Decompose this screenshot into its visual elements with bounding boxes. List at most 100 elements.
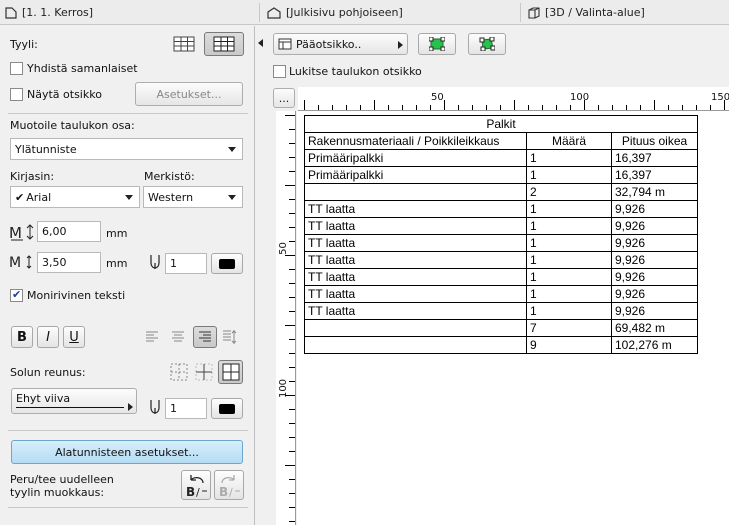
table-row[interactable]: TT laatta 1 9,926 xyxy=(304,217,698,235)
ruler-tick xyxy=(430,105,431,110)
line-type-select[interactable]: Ehyt viiva xyxy=(11,388,137,414)
ruler-tick xyxy=(374,100,375,110)
pen-number-input[interactable]: 1 xyxy=(165,253,207,274)
schedule-body: Primääripalkki 1 16,397 Primääripalkki 1 16,3… xyxy=(304,149,698,354)
align-center-icon[interactable] xyxy=(171,331,185,343)
table-row[interactable]: Primääripalkki 1 16,397 xyxy=(304,166,698,184)
table-cell: 1 xyxy=(526,285,612,303)
tab-floor-plan[interactable]: [1. 1. Kerros] xyxy=(0,0,258,25)
merge-similar-checkbox[interactable] xyxy=(10,62,23,75)
ruler-tick xyxy=(570,105,571,110)
undo-style-button[interactable]: B / xyxy=(181,470,211,500)
align-left-icon[interactable] xyxy=(145,331,159,343)
redo-style-button[interactable]: B / xyxy=(214,470,244,500)
show-header-label: Näytä otsikko xyxy=(27,88,102,101)
border-all-button[interactable] xyxy=(218,360,243,384)
table-cell: 9,926 xyxy=(611,251,698,269)
collapse-panel-icon[interactable] xyxy=(258,39,263,47)
format-part-select[interactable]: Ylätunniste xyxy=(10,138,243,160)
table-cell xyxy=(304,319,527,337)
align-justify-icon[interactable] xyxy=(222,329,238,345)
schedule-table[interactable]: Palkit Rakennusmateriaali / Poikkileikka… xyxy=(304,115,698,354)
svg-text:M: M xyxy=(9,255,21,271)
table-row[interactable]: TT laatta 1 9,926 xyxy=(304,302,698,320)
table-cell: TT laatta xyxy=(304,251,527,269)
tab-elevation-north[interactable]: [Julkisivu pohjoiseen] xyxy=(262,0,517,25)
header-table-icon xyxy=(278,38,292,50)
table-cell: 9,926 xyxy=(611,285,698,303)
main-header-button[interactable]: Pääotsikko.. xyxy=(273,33,408,55)
ruler-tick xyxy=(696,105,697,110)
font-select[interactable]: ✔ Arial xyxy=(10,186,140,208)
table-cell: 1 xyxy=(526,268,612,286)
tab-label: [Julkisivu pohjoiseen] xyxy=(286,6,403,19)
tab-3d-selection[interactable]: [3D / Valinta-alue] xyxy=(523,0,729,25)
table-cell: TT laatta xyxy=(304,302,527,320)
table-row[interactable]: 9 102,276 m xyxy=(304,336,698,354)
style-grid-simple-button[interactable] xyxy=(168,33,200,55)
charset-select[interactable]: Western xyxy=(143,186,243,208)
ruler-tick xyxy=(458,105,459,110)
italic-button[interactable]: I xyxy=(37,326,59,348)
table-row[interactable]: TT laatta 1 9,926 xyxy=(304,234,698,252)
ruler-tick xyxy=(289,311,295,312)
border-none-icon[interactable] xyxy=(170,363,188,381)
ruler-menu-button[interactable]: ... xyxy=(273,88,295,108)
ruler-tick xyxy=(626,105,627,110)
font-label: Kirjasin: xyxy=(10,170,55,183)
ruler-tick xyxy=(289,157,295,158)
underline-button[interactable]: U xyxy=(63,326,85,348)
text-height-input[interactable]: 6,00 xyxy=(37,221,101,242)
select-polygon-button[interactable] xyxy=(468,33,506,55)
ruler-tick xyxy=(346,105,347,110)
lock-header-checkbox[interactable] xyxy=(273,65,286,78)
ruler-tick xyxy=(289,143,295,144)
table-cell xyxy=(304,336,527,354)
select-rectangle-button[interactable] xyxy=(418,33,456,55)
3d-view-icon xyxy=(528,6,540,19)
schedule-title: Palkit xyxy=(304,115,698,133)
charset-label: Merkistö: xyxy=(144,170,195,183)
show-header-checkbox[interactable] xyxy=(10,88,23,101)
table-row[interactable]: 7 69,482 m xyxy=(304,319,698,337)
chevron-down-icon xyxy=(125,195,133,200)
pen-color-button[interactable] xyxy=(211,253,243,274)
bold-button[interactable]: B xyxy=(11,326,33,348)
ruler-tick xyxy=(289,479,295,480)
polygon-selection-icon xyxy=(479,37,495,51)
pen-icon xyxy=(150,255,160,269)
ruler-label: 50 xyxy=(431,92,444,103)
table-row[interactable]: TT laatta 1 9,926 xyxy=(304,285,698,303)
footer-settings-button[interactable]: Alatunnisteen asetukset... xyxy=(11,440,243,464)
ruler-tick xyxy=(289,493,295,494)
ruler-tick xyxy=(444,100,445,110)
table-cell: 1 xyxy=(526,200,612,218)
table-cell: 69,482 m xyxy=(611,319,698,337)
horizontal-ruler: 50 100 150 xyxy=(298,87,729,111)
text-width-input[interactable]: 3,50 xyxy=(37,252,101,273)
border-pen-number-input[interactable]: 1 xyxy=(165,398,207,419)
undo-label-2: tyylin muokkaus: xyxy=(10,486,105,499)
table-cell: TT laatta xyxy=(304,200,527,218)
table-row[interactable]: TT laatta 1 9,926 xyxy=(304,251,698,269)
ruler-tick xyxy=(304,100,305,110)
table-row[interactable]: 2 32,794 m xyxy=(304,183,698,201)
ruler-tick xyxy=(332,105,333,110)
text-width-unit: mm xyxy=(106,257,128,270)
ruler-tick xyxy=(654,100,655,110)
settings-button[interactable]: Asetukset... xyxy=(135,82,243,106)
border-inner-icon[interactable] xyxy=(195,363,213,381)
align-right-button[interactable] xyxy=(193,326,217,348)
table-row[interactable]: TT laatta 1 9,926 xyxy=(304,200,698,218)
table-row[interactable]: TT laatta 1 9,926 xyxy=(304,268,698,286)
multiline-text-checkbox[interactable] xyxy=(10,288,23,302)
style-label: Tyyli: xyxy=(10,38,38,51)
column-header: Rakennusmateriaali / Poikkileikkaus xyxy=(304,132,527,150)
style-grid-full-button[interactable] xyxy=(204,32,244,56)
table-cell: 16,397 xyxy=(611,166,698,184)
ruler-tick xyxy=(416,105,417,110)
ruler-tick xyxy=(500,105,501,110)
table-row[interactable]: Primääripalkki 1 16,397 xyxy=(304,149,698,167)
border-pen-color-button[interactable] xyxy=(211,398,243,419)
line-type-value: Ehyt viiva xyxy=(16,392,71,405)
